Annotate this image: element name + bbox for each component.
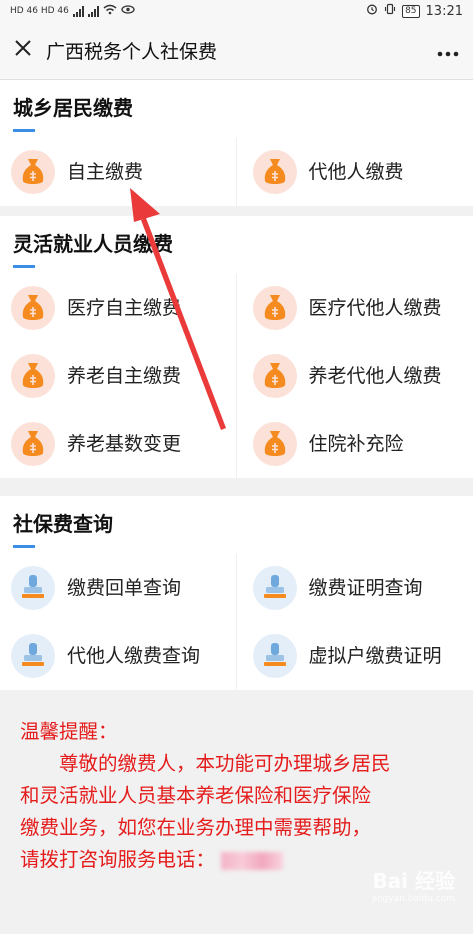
- section-gap: [0, 206, 473, 216]
- more-icon[interactable]: [437, 38, 459, 63]
- money-bag-icon: [252, 150, 297, 194]
- menu-item-pay-for-others[interactable]: 代他人缴费: [237, 138, 473, 206]
- menu-item-label: 养老代他人缴费: [308, 365, 442, 387]
- money-bag-icon: [11, 286, 55, 330]
- stamp-icon: [11, 634, 55, 678]
- notice-heading: 温馨提醒：: [20, 720, 118, 743]
- stamp-icon: [252, 566, 297, 610]
- nav-bar: 广西税务个人社保费: [0, 22, 473, 80]
- section-title: 城乡居民缴费: [13, 96, 133, 120]
- menu-item-label: 医疗代他人缴费: [308, 297, 442, 319]
- notice-line: 尊敬的缴费人，本功能可办理城乡居民: [59, 752, 391, 775]
- baidu-watermark: Bai 经验 jingyan.baidu.com: [372, 865, 455, 904]
- stamp-icon: [11, 566, 55, 610]
- page-title: 广西税务个人社保费: [46, 41, 218, 63]
- section-flexible-employment: 灵活就业人员缴费 医疗自主缴费 医疗代他人缴费 养老自主缴费 养老代他人缴费 养…: [0, 216, 473, 478]
- signal-icon: [72, 5, 84, 17]
- money-bag-icon: [252, 422, 297, 466]
- battery-indicator: 85: [402, 4, 420, 18]
- notice-box: 温馨提醒： 尊敬的缴费人，本功能可办理城乡居民 和灵活就业人员基本养老保险和医疗…: [0, 690, 473, 876]
- watermark-sub: jingyan.baidu.com: [371, 894, 455, 904]
- menu-item-pension-base-change[interactable]: 养老基数变更: [0, 410, 237, 478]
- phone-number-blurred: 12366: [221, 851, 284, 870]
- menu-grid: 自主缴费 代他人缴费: [0, 138, 473, 206]
- alarm-icon: [366, 3, 378, 19]
- eye-icon: [121, 5, 135, 17]
- menu-item-virtual-account-certificate[interactable]: 虚拟户缴费证明: [237, 622, 473, 690]
- notice-line: 缴费业务，如您在业务办理中需要帮助，: [20, 816, 372, 839]
- menu-item-receipt-query[interactable]: 缴费回单查询: [0, 554, 237, 622]
- menu-item-medical-self-pay[interactable]: 医疗自主缴费: [0, 274, 237, 342]
- menu-item-label: 代他人缴费: [308, 161, 404, 183]
- money-bag-icon: [252, 286, 297, 330]
- menu-item-label: 缴费证明查询: [308, 577, 423, 599]
- section-title: 社保费查询: [13, 512, 113, 536]
- money-bag-icon: [11, 354, 55, 398]
- money-bag-icon: [11, 150, 55, 194]
- menu-item-pension-self-pay[interactable]: 养老自主缴费: [0, 342, 237, 410]
- menu-item-label: 住院补充险: [308, 433, 404, 455]
- menu-item-label: 医疗自主缴费: [67, 297, 182, 319]
- section-gap: [0, 478, 473, 496]
- title-underline: [13, 129, 35, 132]
- stamp-icon: [252, 634, 297, 678]
- section-query: 社保费查询 缴费回单查询 缴费证明查询 代他人缴费查询 虚拟户缴费证明: [0, 496, 473, 690]
- menu-item-label: 虚拟户缴费证明: [308, 645, 442, 667]
- menu-grid: 缴费回单查询 缴费证明查询 代他人缴费查询 虚拟户缴费证明: [0, 554, 473, 690]
- menu-item-label: 缴费回单查询: [67, 577, 182, 599]
- section-title: 灵活就业人员缴费: [13, 232, 173, 256]
- notice-line: 请拨打咨询服务电话：: [20, 848, 216, 871]
- menu-item-hospital-supplement[interactable]: 住院补充险: [237, 410, 473, 478]
- menu-item-label: 养老自主缴费: [67, 365, 182, 387]
- clock: 13:21: [425, 3, 463, 19]
- menu-item-certificate-query[interactable]: 缴费证明查询: [237, 554, 473, 622]
- menu-grid: 医疗自主缴费 医疗代他人缴费 养老自主缴费 养老代他人缴费 养老基数变更 住院补…: [0, 274, 473, 478]
- money-bag-icon: [11, 422, 55, 466]
- menu-item-pension-pay-for-others[interactable]: 养老代他人缴费: [237, 342, 473, 410]
- title-underline: [13, 265, 35, 268]
- menu-item-label: 代他人缴费查询: [67, 645, 201, 667]
- menu-item-others-payment-query[interactable]: 代他人缴费查询: [0, 622, 237, 690]
- status-right: 85 13:21: [366, 3, 463, 19]
- menu-item-self-pay[interactable]: 自主缴费: [0, 138, 237, 206]
- money-bag-icon: [252, 354, 297, 398]
- vibrate-icon: [384, 3, 396, 19]
- wifi-icon: [103, 4, 117, 18]
- menu-item-label: 养老基数变更: [67, 433, 182, 455]
- notice-line: 和灵活就业人员基本养老保险和医疗保险: [20, 784, 372, 807]
- menu-item-label: 自主缴费: [67, 161, 144, 183]
- watermark-text: Bai 经验: [372, 869, 455, 893]
- close-icon[interactable]: [14, 39, 40, 62]
- menu-item-medical-pay-for-others[interactable]: 医疗代他人缴费: [237, 274, 473, 342]
- status-bar: HD 46 HD 46 85 13:21: [0, 0, 473, 22]
- status-left: HD 46 HD 46: [10, 4, 135, 18]
- section-urban-rural: 城乡居民缴费 自主缴费 代他人缴费: [0, 80, 473, 206]
- title-underline: [13, 545, 35, 548]
- network-label: HD 46 HD 46: [10, 6, 69, 16]
- signal-icon-2: [87, 5, 99, 17]
